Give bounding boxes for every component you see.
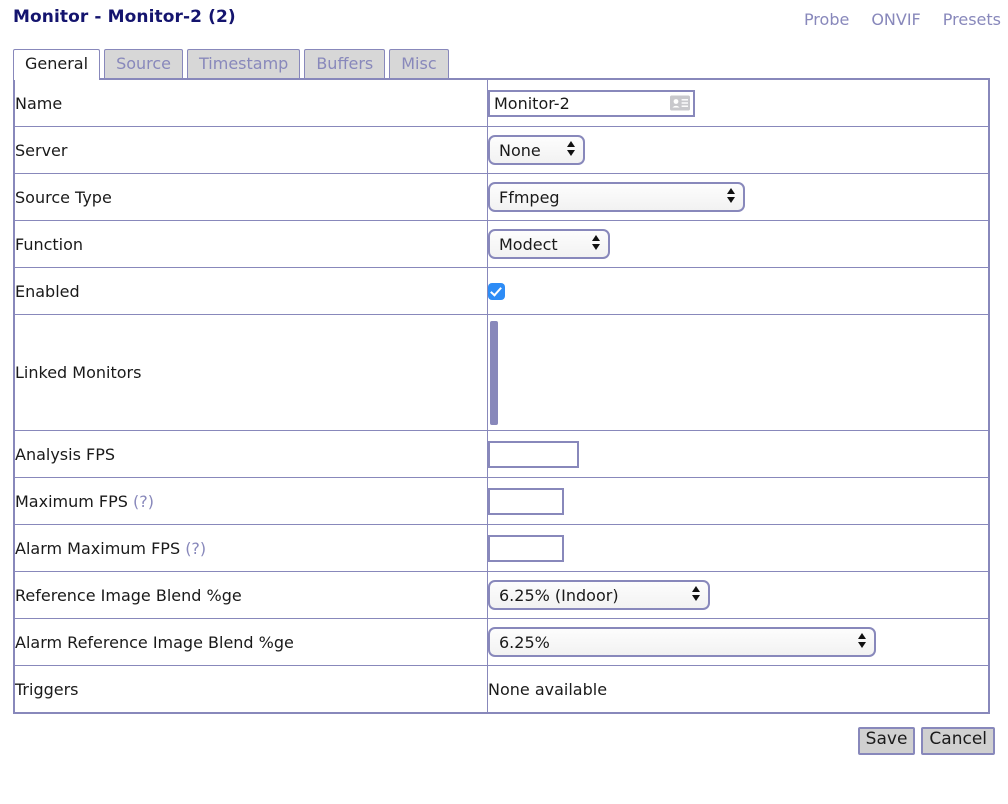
table-row-linked-monitors: Linked Monitors xyxy=(13,314,990,431)
table-row-source-type: Source Type Ffmpeg xyxy=(13,173,990,221)
value-server: None xyxy=(487,126,990,174)
form-actions: Save Cancel xyxy=(0,727,995,755)
value-alarm-reference-blend: 6.25% xyxy=(487,618,990,666)
table-row-function: Function Modect xyxy=(13,220,990,268)
tab-timestamp[interactable]: Timestamp xyxy=(187,48,301,79)
tab-general[interactable]: General xyxy=(13,48,101,80)
label-maximum-fps-text: Maximum FPS xyxy=(15,491,128,511)
label-analysis-fps: Analysis FPS xyxy=(13,430,488,478)
presets-link[interactable]: Presets xyxy=(943,10,1001,29)
header-link-group: Probe ONVIF Presets xyxy=(804,10,1001,29)
settings-table: Name Monitor-2 Server None Source Type F… xyxy=(13,78,990,714)
table-row-enabled: Enabled xyxy=(13,267,990,315)
function-select[interactable]: Modect xyxy=(488,229,610,259)
value-maximum-fps xyxy=(487,477,990,525)
name-input-wrap xyxy=(488,89,695,117)
onvif-link[interactable]: ONVIF xyxy=(871,10,920,29)
label-triggers: Triggers xyxy=(13,665,488,714)
label-source-type: Source Type xyxy=(13,173,488,221)
alarm-maximum-fps-input[interactable] xyxy=(488,534,564,562)
value-linked-monitors xyxy=(487,314,990,431)
reference-blend-select-wrap: 6.25% (Indoor) xyxy=(488,580,710,610)
tab-buffers[interactable]: Buffers xyxy=(304,48,386,79)
value-triggers: None available xyxy=(487,665,990,714)
function-select-wrap: Modect xyxy=(488,229,610,259)
tab-source[interactable]: Source xyxy=(104,48,184,79)
linked-monitors-multiselect[interactable] xyxy=(490,320,498,425)
value-enabled xyxy=(487,267,990,315)
table-row-triggers: Triggers None available xyxy=(13,665,990,714)
save-button[interactable]: Save xyxy=(857,727,916,755)
value-name xyxy=(487,78,990,127)
value-source-type: Ffmpeg xyxy=(487,173,990,221)
table-row-analysis-fps: Analysis FPS xyxy=(13,430,990,478)
label-enabled: Enabled xyxy=(13,267,488,315)
analysis-fps-input[interactable] xyxy=(488,440,579,468)
value-analysis-fps xyxy=(487,430,990,478)
server-select-wrap: None xyxy=(488,135,585,165)
alarm-maximum-fps-help-icon[interactable]: (?) xyxy=(185,539,206,558)
value-reference-blend: 6.25% (Indoor) xyxy=(487,571,990,619)
table-row-alarm-maximum-fps: Alarm Maximum FPS (?) xyxy=(13,524,990,572)
maximum-fps-help-icon[interactable]: (?) xyxy=(133,492,154,511)
server-select[interactable]: None xyxy=(488,135,585,165)
value-function: Modect xyxy=(487,220,990,268)
monitor-general-form: Name Monitor-2 Server None Source Type F… xyxy=(13,78,995,714)
label-alarm-maximum-fps-text: Alarm Maximum FPS xyxy=(15,538,181,558)
value-alarm-maximum-fps xyxy=(487,524,990,572)
table-row-server: Server None xyxy=(13,126,990,174)
probe-link[interactable]: Probe xyxy=(804,10,849,29)
table-row-name: Name xyxy=(13,78,990,127)
table-row-reference-blend: Reference Image Blend %ge 6.25% (Indoor) xyxy=(13,571,990,619)
source-type-select[interactable]: Ffmpeg xyxy=(488,182,745,212)
label-reference-blend: Reference Image Blend %ge xyxy=(13,571,488,619)
label-alarm-reference-blend: Alarm Reference Image Blend %ge xyxy=(13,618,488,666)
alarm-reference-blend-select-wrap: 6.25% xyxy=(488,627,876,657)
label-linked-monitors: Linked Monitors xyxy=(13,314,488,431)
label-alarm-maximum-fps: Alarm Maximum FPS (?) xyxy=(13,524,488,572)
enabled-checkbox[interactable] xyxy=(488,283,505,300)
cancel-button[interactable]: Cancel xyxy=(921,727,995,755)
alarm-reference-blend-select[interactable]: 6.25% xyxy=(488,627,876,657)
label-function: Function xyxy=(13,220,488,268)
label-maximum-fps: Maximum FPS (?) xyxy=(13,477,488,525)
maximum-fps-input[interactable] xyxy=(488,487,564,515)
table-row-maximum-fps: Maximum FPS (?) xyxy=(13,477,990,525)
reference-blend-select[interactable]: 6.25% (Indoor) xyxy=(488,580,710,610)
table-row-alarm-reference-blend: Alarm Reference Image Blend %ge 6.25% xyxy=(13,618,990,666)
contact-card-icon[interactable] xyxy=(670,95,690,111)
tab-bar: General Source Timestamp Buffers Misc xyxy=(13,44,1008,80)
page-header: Monitor - Monitor-2 (2) Probe ONVIF Pres… xyxy=(0,0,1008,44)
page-title: Monitor - Monitor-2 (2) xyxy=(13,7,236,27)
label-name: Name xyxy=(13,78,488,127)
tab-misc[interactable]: Misc xyxy=(389,48,449,79)
label-server: Server xyxy=(13,126,488,174)
source-type-select-wrap: Ffmpeg xyxy=(488,182,745,212)
triggers-value: None available xyxy=(488,679,608,699)
name-input[interactable] xyxy=(488,89,695,117)
